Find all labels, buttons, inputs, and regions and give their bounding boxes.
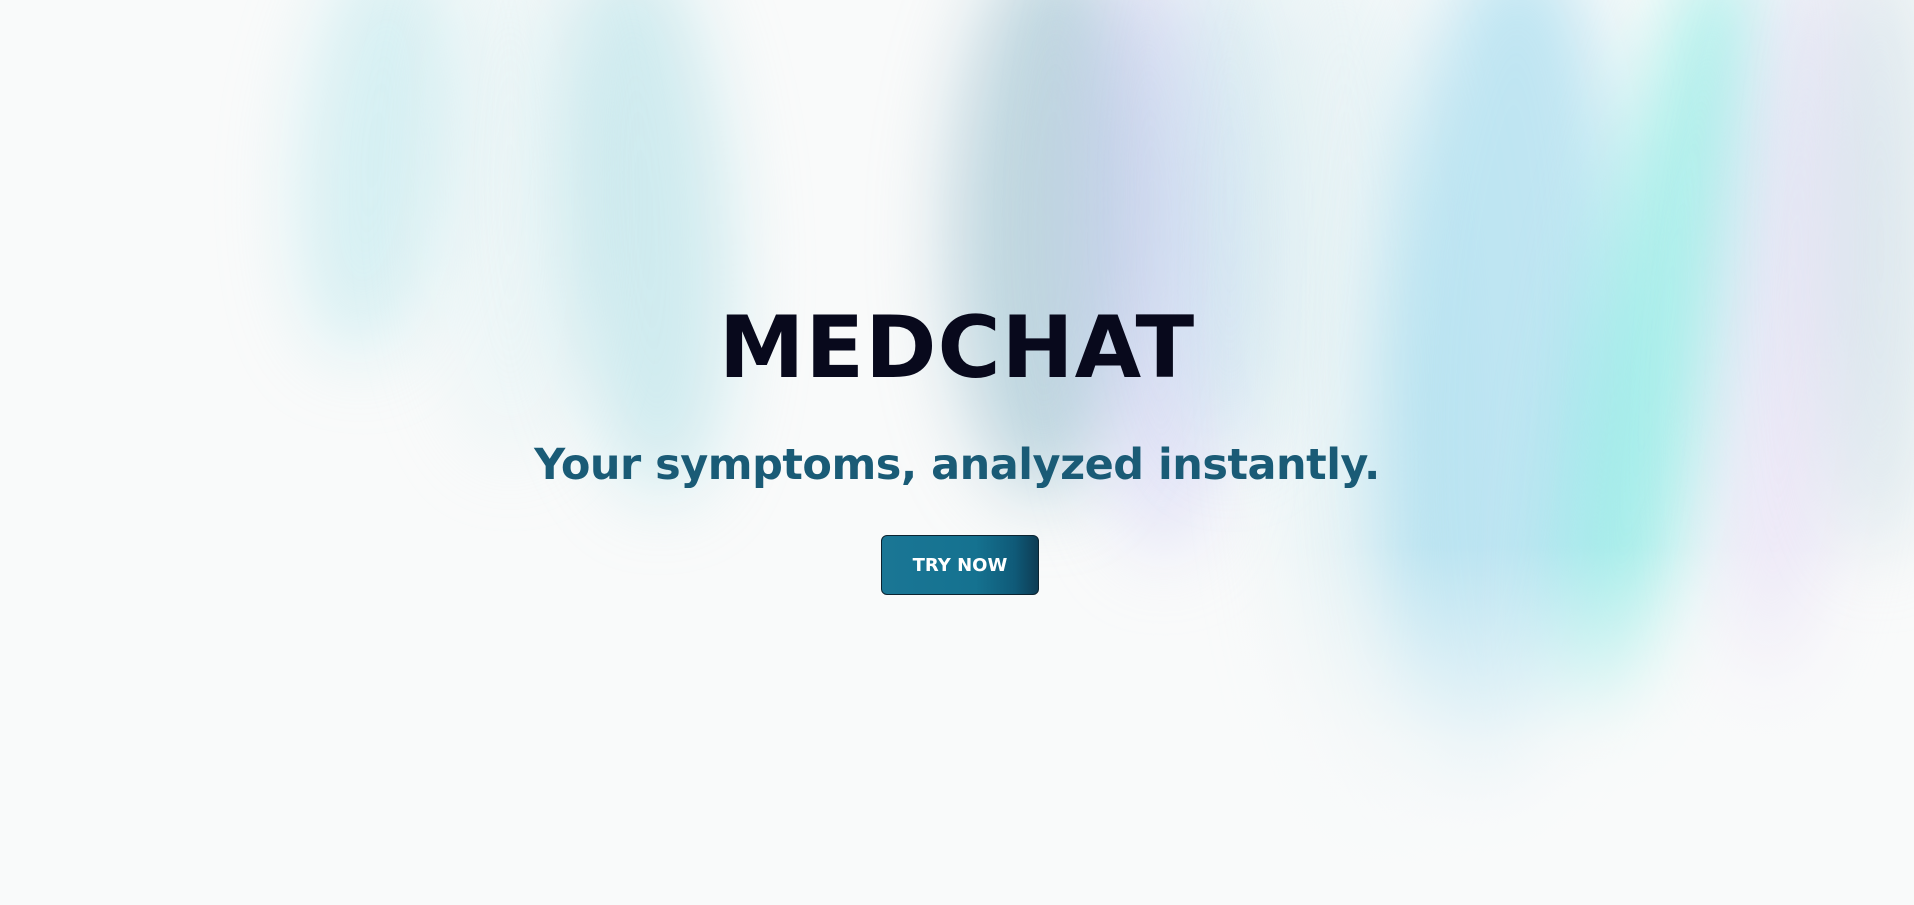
brand-title: MEDCHAT — [718, 298, 1196, 398]
try-now-button[interactable]: TRY NOW — [881, 535, 1039, 595]
hero-section: MEDCHAT Your symptoms, analyzed instantl… — [0, 0, 1914, 905]
try-now-button-label: TRY NOW — [912, 554, 1008, 576]
landing-page: MEDCHAT Your symptoms, analyzed instantl… — [0, 0, 1914, 905]
hero-tagline: Your symptoms, analyzed instantly. — [534, 440, 1380, 490]
